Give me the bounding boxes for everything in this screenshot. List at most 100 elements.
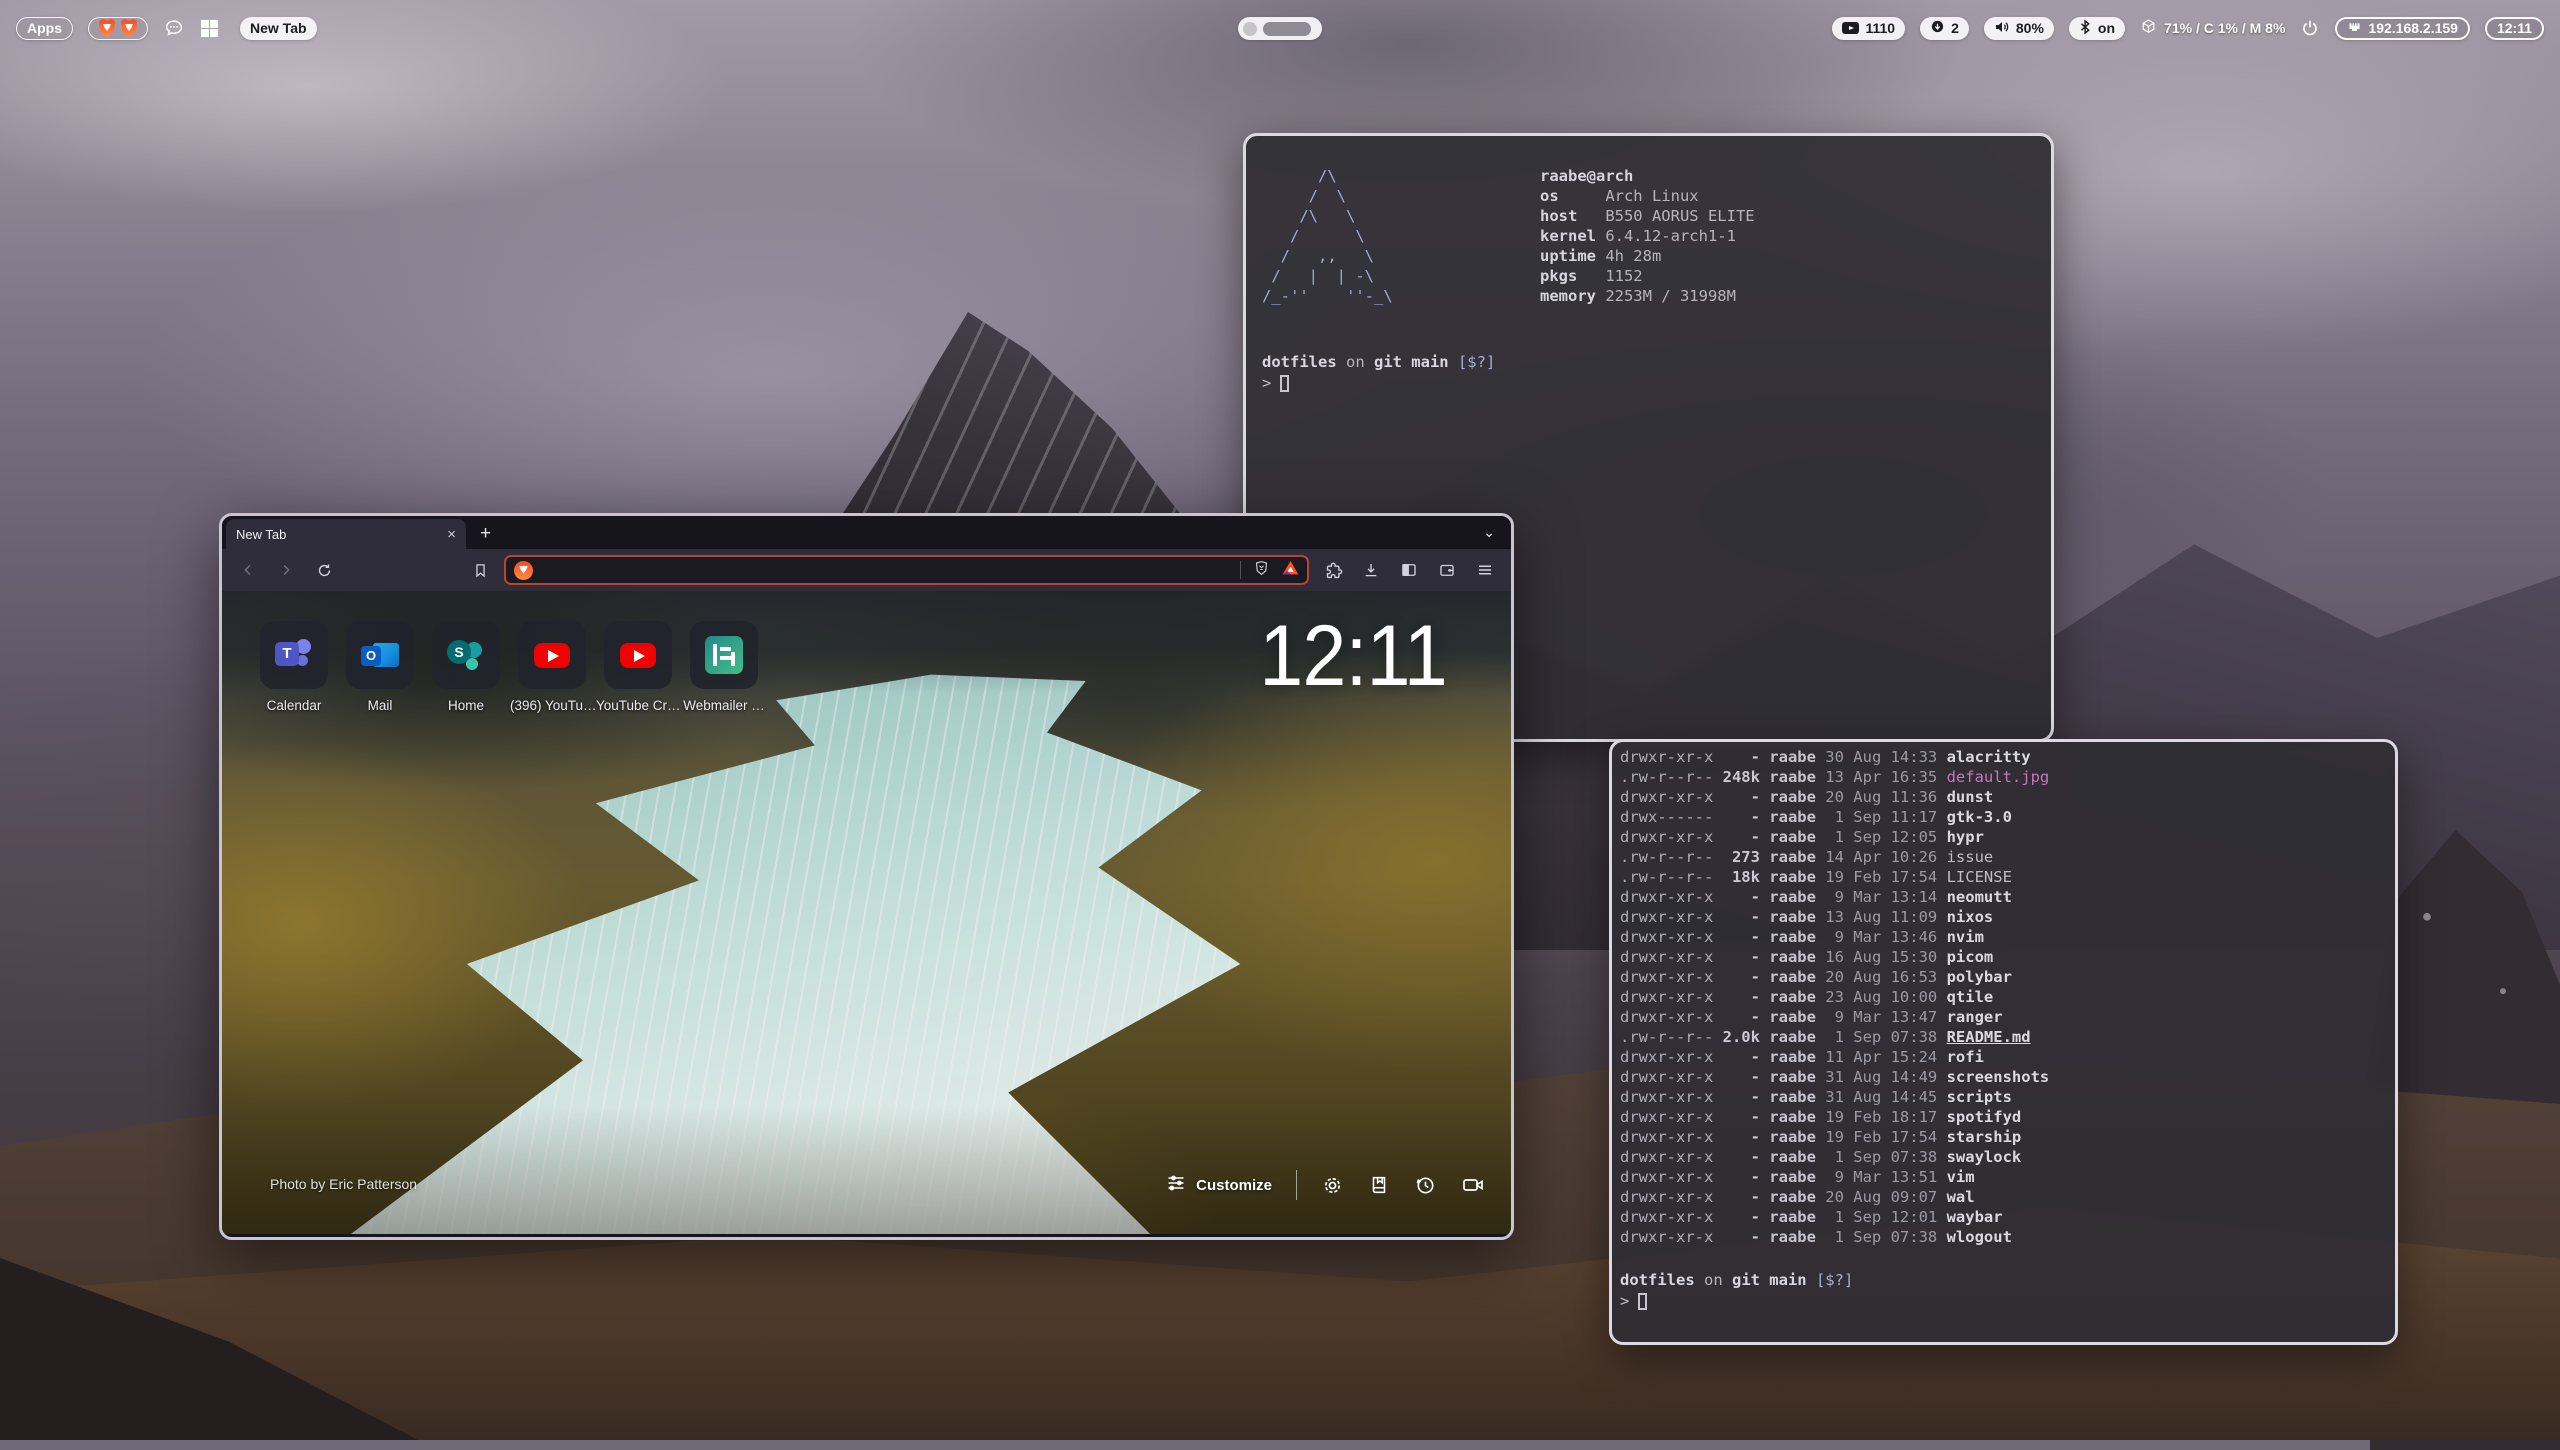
- terminal-cursor: [1280, 375, 1289, 392]
- info-row: hostB550 AORUS ELITE: [1540, 206, 1755, 226]
- power-icon[interactable]: [2300, 18, 2320, 38]
- customize-button[interactable]: Customize: [1166, 1173, 1272, 1197]
- top-site-tile[interactable]: Mail: [346, 621, 414, 713]
- workspace-indicator[interactable]: [1238, 17, 1322, 40]
- top-site-box[interactable]: [260, 621, 328, 689]
- file-row: .rw-r--r--248kraabe13 Apr 16:35default.j…: [1620, 767, 2049, 787]
- top-site-tile[interactable]: Calendar: [260, 621, 328, 713]
- top-site-box[interactable]: [604, 621, 672, 689]
- tab-new-tab[interactable]: New Tab ×: [226, 519, 466, 549]
- tab-close-icon[interactable]: ×: [447, 527, 456, 542]
- apps-button[interactable]: Apps: [16, 17, 73, 40]
- reload-button[interactable]: [310, 556, 338, 584]
- terminal-window-files[interactable]: drwxr-xr-x-raabe30 Aug 14:33alacritty .r…: [1609, 739, 2398, 1345]
- bluetooth-icon: [2079, 19, 2092, 38]
- tab-search-caret-icon[interactable]: ⌄: [1467, 516, 1511, 549]
- brave-shields-icon[interactable]: [1253, 559, 1270, 582]
- file-row: drwxr-xr-x-raabe9 Mar 13:46nvim: [1620, 927, 2049, 947]
- file-listing: drwxr-xr-x-raabe30 Aug 14:33alacritty .r…: [1620, 747, 2049, 1247]
- file-row: drwxr-xr-x-raabe19 Feb 17:54starship: [1620, 1127, 2049, 1147]
- workspace-dot[interactable]: [1243, 22, 1257, 36]
- top-site-box[interactable]: [518, 621, 586, 689]
- download-icon[interactable]: [1357, 556, 1385, 584]
- settings-gear-icon[interactable]: [1321, 1174, 1344, 1197]
- file-row: .rw-r--r--18kraabe19 Feb 17:54LICENSE: [1620, 867, 2049, 887]
- download-circle-icon: [1930, 19, 1945, 37]
- forward-button[interactable]: [272, 556, 300, 584]
- file-row: drwxr-xr-x-raabe9 Mar 13:51vim: [1620, 1167, 2049, 1187]
- top-site-icon: [275, 636, 313, 674]
- back-button[interactable]: [234, 556, 262, 584]
- file-row: drwxr-xr-x-raabe11 Apr 15:24rofi: [1620, 1047, 2049, 1067]
- brave-icon[interactable]: [99, 19, 115, 37]
- file-row: drwxr-xr-x-raabe20 Aug 16:53polybar: [1620, 967, 2049, 987]
- volume-widget[interactable]: 80%: [1984, 17, 2054, 40]
- bluetooth-widget[interactable]: on: [2069, 17, 2125, 40]
- browser-launcher-group[interactable]: [88, 17, 148, 40]
- package-icon: [2140, 18, 2157, 38]
- top-site-label: YouTube Cr…: [596, 698, 680, 713]
- controls-divider: [1296, 1170, 1297, 1200]
- fastfetch-info-rows: osArch Linux hostB550 AORUS ELITE kernel…: [1540, 186, 1755, 306]
- clock-widget: 12:11: [2485, 17, 2544, 40]
- info-row: osArch Linux: [1540, 186, 1755, 206]
- top-site-tile[interactable]: Webmailer …: [690, 621, 758, 713]
- user-host: raabe@arch: [1540, 166, 1633, 186]
- network-widget[interactable]: 192.168.2.159: [2335, 17, 2470, 40]
- top-site-icon: [705, 636, 743, 674]
- file-row: .rw-r--r--2.0kraabe1 Sep 07:38README.md: [1620, 1027, 2049, 1047]
- youtube-widget[interactable]: 1110: [1832, 17, 1905, 40]
- info-row: uptime4h 28m: [1540, 246, 1755, 266]
- top-site-tile[interactable]: Home: [432, 621, 500, 713]
- history-clock-icon[interactable]: [1414, 1174, 1437, 1197]
- file-row: drwxr-xr-x-raabe1 Sep 07:38swaylock: [1620, 1147, 2049, 1167]
- browser-window[interactable]: New Tab × + ⌄: [219, 513, 1514, 1240]
- shell-input-line[interactable]: >: [1262, 373, 1289, 393]
- bookmark-icon[interactable]: [466, 556, 494, 584]
- extensions-icon[interactable]: [1319, 556, 1347, 584]
- status-widgets: 1110 2 80%: [1832, 17, 2544, 40]
- top-site-label: Calendar: [267, 698, 322, 713]
- top-site-box[interactable]: [432, 621, 500, 689]
- file-row: drwxr-xr-x-raabe31 Aug 14:45scripts: [1620, 1087, 2049, 1107]
- file-row: drwxr-xr-x-raabe30 Aug 14:33alacritty: [1620, 747, 2049, 767]
- chat-icon[interactable]: [163, 17, 185, 39]
- photo-credit: Photo by Eric Patterson: [270, 1176, 417, 1192]
- new-tab-button[interactable]: +: [466, 519, 505, 549]
- file-row: drwxr-xr-x-raabe20 Aug 11:36dunst: [1620, 787, 2049, 807]
- brave-rewards-icon[interactable]: [1282, 560, 1299, 581]
- top-sites: Calendar Mail Home: [260, 621, 758, 713]
- file-row: .rw-r--r--273raabe14 Apr 10:26issue: [1620, 847, 2049, 867]
- top-site-label: (396) YouTu…: [510, 698, 594, 713]
- screen-camera-icon[interactable]: [1461, 1173, 1485, 1197]
- sidebar-icon[interactable]: [1395, 556, 1423, 584]
- search-engine-icon[interactable]: [514, 561, 533, 580]
- top-site-box[interactable]: [690, 621, 758, 689]
- updates-widget[interactable]: 2: [1920, 17, 1969, 40]
- top-site-label: Webmailer …: [683, 698, 765, 713]
- fastfetch-info: raabe@arch osArch Linux hostB550 AORUS E…: [1540, 166, 1755, 306]
- workspace-active[interactable]: [1263, 22, 1311, 36]
- top-site-icon: [619, 636, 657, 674]
- shell-prompt: dotfiles on git main [$?]: [1620, 1270, 1853, 1290]
- windows-icon[interactable]: [200, 19, 219, 38]
- top-site-label: Mail: [368, 698, 393, 713]
- shell-input-line[interactable]: >: [1620, 1291, 1647, 1311]
- menu-icon[interactable]: [1471, 556, 1499, 584]
- top-site-tile[interactable]: (396) YouTu…: [518, 621, 586, 713]
- info-row: kernel6.4.12-arch1-1: [1540, 226, 1755, 246]
- url-bar[interactable]: [504, 555, 1309, 585]
- top-site-tile[interactable]: YouTube Cr…: [604, 621, 672, 713]
- file-row: drwxr-xr-x-raabe9 Mar 13:47ranger: [1620, 1007, 2049, 1027]
- wallet-icon[interactable]: [1433, 556, 1461, 584]
- bookmarks-book-icon[interactable]: [1368, 1174, 1390, 1196]
- terminal-cursor: [1638, 1293, 1647, 1310]
- browser-toolbar: [222, 549, 1511, 591]
- file-row: drwxr-xr-x-raabe19 Feb 18:17spotifyd: [1620, 1107, 2049, 1127]
- sliders-icon: [1166, 1173, 1186, 1197]
- brave-icon[interactable]: [121, 19, 137, 37]
- top-site-box[interactable]: [346, 621, 414, 689]
- top-site-label: Home: [448, 698, 484, 713]
- file-row: drwxr-xr-x-raabe23 Aug 10:00qtile: [1620, 987, 2049, 1007]
- file-row: drwxr-xr-x-raabe1 Sep 07:38wlogout: [1620, 1227, 2049, 1247]
